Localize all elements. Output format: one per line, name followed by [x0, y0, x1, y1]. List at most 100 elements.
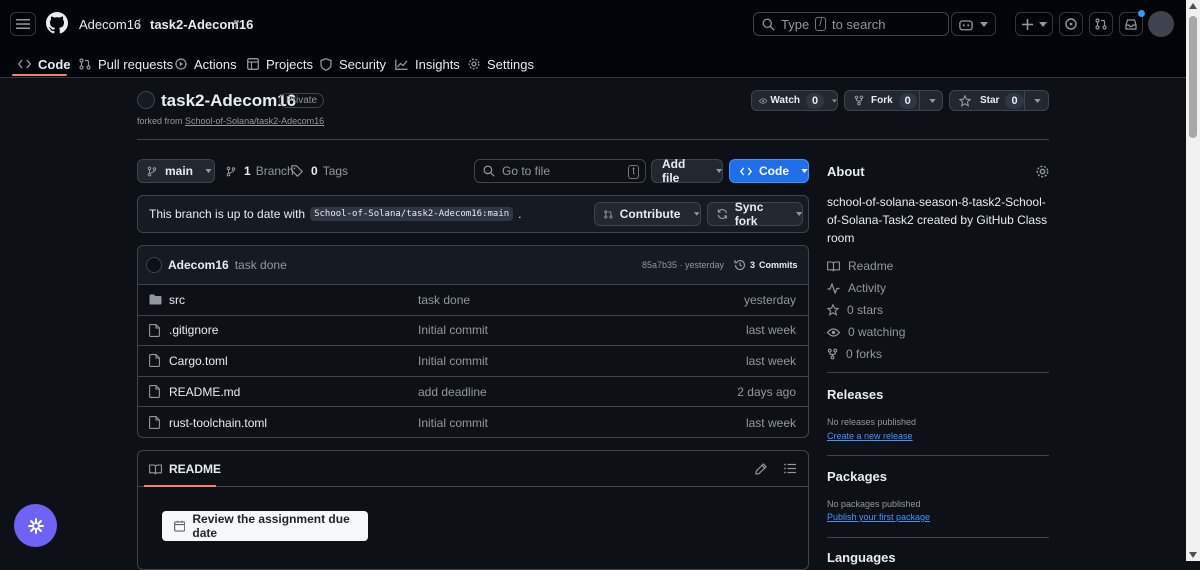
code-button[interactable]: Code [729, 159, 809, 183]
file-date: last week [745, 323, 796, 338]
activity-link[interactable]: Activity [827, 281, 886, 295]
sync-ref[interactable]: School-of-Solana/task2-Adecom16:main [310, 207, 514, 221]
sync-fork-button[interactable]: Sync fork [707, 200, 803, 228]
forked-from-link[interactable]: School-of-Solana/task2-Adecom16 [185, 116, 324, 126]
scrollbar-thumb[interactable] [1189, 16, 1197, 138]
file-name[interactable]: src [169, 293, 185, 307]
packages-heading[interactable]: Packages [827, 469, 887, 484]
commit-message[interactable]: task done [235, 258, 287, 272]
tab-code[interactable]: Code [18, 53, 71, 75]
fork-button[interactable]: Fork 0 [844, 90, 943, 111]
inbox-button[interactable] [1119, 10, 1145, 36]
due-date-button[interactable]: Review the assignment due date [162, 511, 368, 541]
avatar[interactable] [1148, 11, 1174, 37]
tab-label: Security [339, 56, 386, 72]
tags-link[interactable]: 0 Tags [291, 164, 348, 178]
sync-fork-label: Sync fork [734, 200, 764, 228]
breadcrumb-separator: / [137, 16, 141, 31]
issues-button[interactable] [1059, 12, 1083, 36]
branch-select[interactable]: main [137, 159, 215, 183]
copilot-button[interactable] [951, 12, 996, 36]
watch-count: 0 [806, 92, 825, 109]
readme-tab[interactable]: README [149, 462, 221, 476]
file-name[interactable]: .gitignore [169, 323, 218, 337]
file-commit-message[interactable]: Initial commit [418, 416, 488, 430]
publish-package-link[interactable]: Publish your first package [827, 512, 930, 522]
branches-link[interactable]: 1 Branch [226, 164, 294, 178]
list-outline-icon[interactable] [784, 463, 796, 474]
scroll-down-arrow-icon[interactable] [1189, 552, 1197, 558]
file-icon [149, 385, 160, 399]
table-row[interactable]: .gitignore Initial commit last week [138, 316, 808, 347]
tab-pull-requests[interactable]: Pull requests [79, 53, 173, 75]
repo-title[interactable]: task2-Adecom16 [161, 91, 296, 111]
readme-link[interactable]: Readme [827, 259, 893, 273]
file-name[interactable]: rust-toolchain.toml [169, 416, 267, 430]
table-row[interactable]: src task done yesterday [138, 285, 808, 316]
tab-insights[interactable]: Insights [395, 53, 460, 75]
file-table: Adecom16 task done 85a7b35 · yesterday 3… [137, 245, 809, 438]
graph-icon [395, 59, 408, 70]
breadcrumb-owner[interactable]: Adecom16 [79, 17, 141, 32]
star-label: Star [980, 95, 1000, 106]
sync-icon [717, 209, 727, 219]
scroll-up-arrow-icon[interactable] [1189, 3, 1197, 9]
search-icon [762, 18, 775, 31]
commit-author[interactable]: Adecom16 [168, 258, 229, 272]
commit-sha-time[interactable]: 85a7b35 · yesterday [642, 260, 724, 270]
floating-assistant-button[interactable] [14, 504, 57, 547]
book-icon [149, 463, 162, 474]
forked-from: forked from School-of-Solana/task2-Adeco… [137, 116, 324, 126]
file-commit-message[interactable]: Initial commit [418, 323, 488, 337]
create-new-button[interactable] [1015, 12, 1053, 36]
pull-requests-button[interactable] [1089, 12, 1113, 36]
chevron-down-icon [795, 212, 802, 216]
table-row[interactable]: README.md add deadline 2 days ago [138, 377, 808, 408]
table-row[interactable]: rust-toolchain.toml Initial commit last … [138, 407, 808, 437]
menu-button[interactable] [10, 12, 36, 36]
tab-actions[interactable]: Actions [175, 53, 237, 75]
table-row[interactable]: Cargo.toml Initial commit last week [138, 346, 808, 377]
go-to-file-shortcut: t [628, 165, 639, 179]
releases-heading[interactable]: Releases [827, 387, 883, 402]
watching-link[interactable]: 0 watching [827, 325, 905, 339]
repo-fork-small-icon [233, 20, 240, 28]
contribute-button[interactable]: Contribute [594, 202, 701, 226]
issue-icon [1065, 18, 1077, 30]
tab-projects[interactable]: Projects [247, 53, 313, 75]
forks-link[interactable]: 0 forks [827, 347, 882, 361]
readme-tab-underline [144, 485, 216, 487]
file-commit-message[interactable]: task done [418, 293, 470, 307]
star-button[interactable]: Star 0 [949, 90, 1049, 111]
page-scrollbar[interactable] [1186, 0, 1200, 561]
tab-settings[interactable]: Settings [468, 53, 534, 75]
global-search[interactable]: Type / to search [753, 12, 949, 36]
file-commit-message[interactable]: add deadline [418, 385, 487, 399]
file-name[interactable]: Cargo.toml [169, 354, 228, 368]
file-name[interactable]: README.md [169, 385, 240, 399]
sidebar-divider [827, 537, 1049, 538]
latest-commit-bar: Adecom16 task done 85a7b35 · yesterday 3… [138, 246, 808, 285]
stars-link[interactable]: 0 stars [827, 303, 883, 317]
watch-button[interactable]: Watch 0 [751, 90, 838, 111]
sync-period: . [518, 207, 522, 221]
create-release-link[interactable]: Create a new release [827, 431, 913, 441]
star-count: 0 [1005, 92, 1024, 109]
file-date: 2 days ago [737, 384, 796, 399]
add-file-button[interactable]: Add file [651, 157, 723, 185]
watching-label: 0 watching [848, 325, 906, 339]
releases-empty: No releases published [827, 417, 917, 427]
author-avatar[interactable] [146, 257, 162, 273]
pencil-icon[interactable] [755, 463, 767, 475]
tab-label: Actions [194, 56, 237, 72]
go-to-file-input[interactable]: Go to file t [474, 159, 646, 183]
inbox-icon [1125, 18, 1137, 30]
commits-link[interactable]: 3 Commits [734, 259, 798, 271]
github-logo-icon[interactable] [46, 12, 68, 34]
repo-owner-avatar[interactable] [137, 91, 155, 109]
tab-security[interactable]: Security [320, 53, 386, 75]
eye-icon [827, 327, 840, 337]
packages-empty: No packages published [827, 499, 921, 509]
gear-icon[interactable] [1036, 165, 1049, 178]
file-commit-message[interactable]: Initial commit [418, 354, 488, 368]
